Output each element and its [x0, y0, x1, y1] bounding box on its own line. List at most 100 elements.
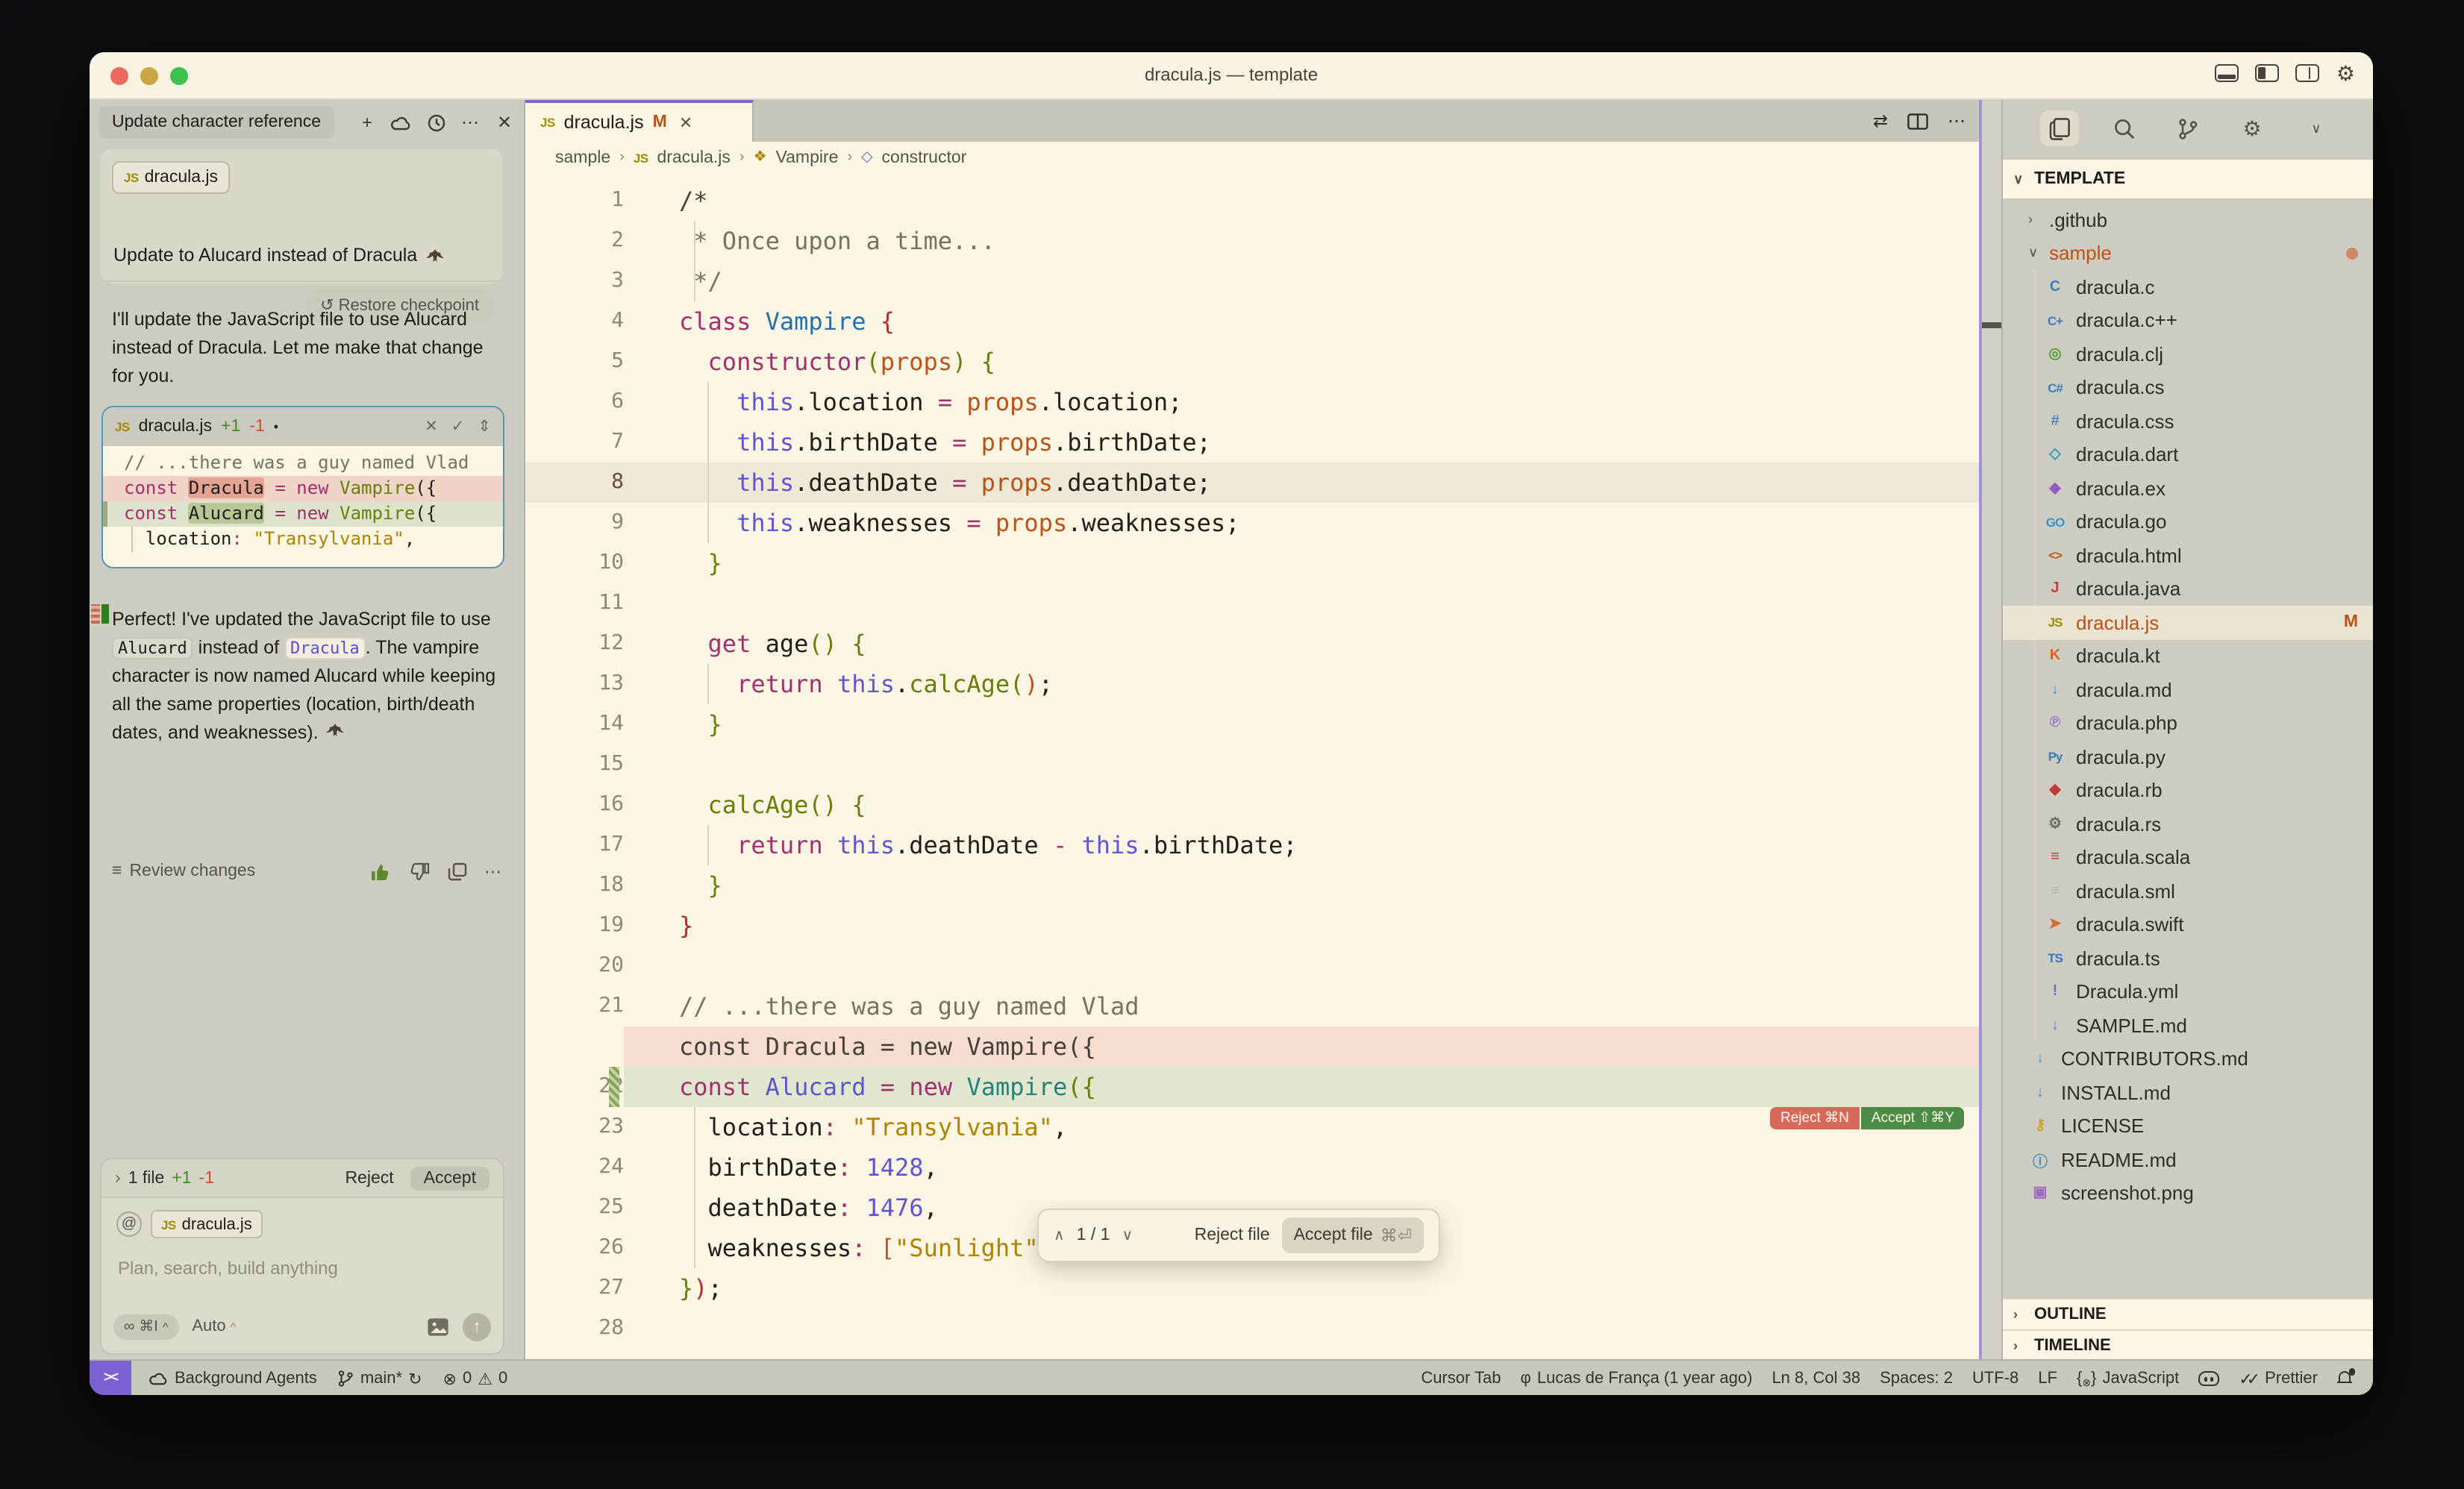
next-change-icon[interactable]: ∨ — [1122, 1227, 1133, 1244]
code-line[interactable]: 5 constructor(props) { — [525, 341, 1980, 381]
breadcrumb-folder[interactable]: sample — [555, 148, 610, 166]
file-item-dracula.ex[interactable]: ◆dracula.ex — [2003, 471, 2373, 505]
breadcrumb-class[interactable]: Vampire — [776, 148, 839, 166]
close-chat-icon[interactable]: ✕ — [494, 112, 515, 133]
eol-item[interactable]: LF — [2038, 1370, 2057, 1388]
file-item-dracula.rs[interactable]: ⚙dracula.rs — [2003, 807, 2373, 841]
sync-icon[interactable]: ↻ — [408, 1369, 422, 1388]
send-button[interactable]: ↑ — [463, 1312, 491, 1341]
context-file-pill[interactable]: JS dracula.js — [151, 1210, 263, 1238]
code-line[interactable]: 2 * Once upon a time... — [525, 220, 1980, 260]
explorer-section-header[interactable]: ∨ TEMPLATE — [2003, 160, 2373, 198]
code-line[interactable]: 13 return this.calcAge(); — [525, 663, 1980, 703]
code-line[interactable]: 3 */ — [525, 260, 1980, 301]
code-line[interactable]: 9 this.weaknesses = props.weaknesses; — [525, 502, 1980, 542]
encoding-item[interactable]: UTF-8 — [1972, 1370, 2019, 1388]
code-line[interactable]: 6 this.location = props.location; — [525, 381, 1980, 421]
folder-item-.github[interactable]: ›.github — [2003, 203, 2373, 236]
indentation-item[interactable]: Spaces: 2 — [1880, 1370, 1953, 1388]
code-line[interactable]: 8 this.deathDate = props.deathDate; — [525, 462, 1980, 502]
file-item-dracula.dart[interactable]: ◇dracula.dart — [2003, 438, 2373, 471]
prev-change-icon[interactable]: ∧ — [1054, 1227, 1065, 1244]
settings-gear-icon[interactable]: ⚙ — [2336, 64, 2355, 82]
file-item-dracula.swift[interactable]: ➤dracula.swift — [2003, 908, 2373, 941]
file-item-dracula.css[interactable]: #dracula.css — [2003, 404, 2373, 438]
agent-mode-pill[interactable]: ∞ ⌘I ^ — [113, 1314, 178, 1339]
toggle-secondary-sidebar-icon[interactable] — [2296, 64, 2320, 82]
thumbs-up-icon[interactable] — [369, 862, 390, 881]
problems-item[interactable]: ⊗0 ⚠0 — [443, 1369, 508, 1388]
chat-thread-title[interactable]: Update character reference — [99, 106, 334, 139]
accept-file-button[interactable]: Accept file ⌘⏎ — [1282, 1217, 1424, 1253]
file-item-dracula.ts[interactable]: TSdracula.ts — [2003, 941, 2373, 975]
file-item-dracula.sml[interactable]: ≡dracula.sml — [2003, 874, 2373, 908]
file-item-INSTALL.md[interactable]: ↓INSTALL.md — [2003, 1076, 2373, 1109]
code-line[interactable]: 10 } — [525, 542, 1980, 583]
thumbs-down-icon[interactable] — [408, 862, 429, 881]
code-line[interactable]: 28 — [525, 1308, 1980, 1348]
copilot-icon[interactable] — [2198, 1371, 2219, 1386]
review-changes-label[interactable]: Review changes — [129, 862, 255, 880]
git-blame-item[interactable]: φ Lucas de França (1 year ago) — [1521, 1370, 1753, 1388]
notifications-bell-icon[interactable] — [2337, 1371, 2352, 1386]
accept-diff-icon[interactable]: ✓ — [451, 418, 465, 436]
file-item-dracula.rb[interactable]: ◆dracula.rb — [2003, 774, 2373, 807]
remote-indicator[interactable]: >< — [90, 1361, 131, 1395]
breadcrumb-member[interactable]: constructor — [882, 148, 967, 166]
reject-change-button[interactable]: Reject ⌘N — [1770, 1106, 1860, 1129]
chevron-down-icon[interactable]: ∨ — [2297, 110, 2336, 146]
source-control-icon[interactable] — [2168, 110, 2207, 146]
background-agents-item[interactable]: Background Agents — [149, 1370, 317, 1388]
attach-image-icon[interactable] — [427, 1317, 449, 1336]
code-line[interactable]: 23 location: "Transylvania", — [525, 1106, 1980, 1147]
explorer-files-icon[interactable] — [2040, 110, 2079, 146]
file-item-dracula.py[interactable]: Pydracula.py — [2003, 740, 2373, 774]
accept-all-button[interactable]: Accept — [410, 1166, 490, 1190]
code-line[interactable]: 12 get age() { — [525, 623, 1980, 663]
file-item-README.md[interactable]: ⓘREADME.md — [2003, 1143, 2373, 1176]
file-item-dracula.md[interactable]: ↓dracula.md — [2003, 673, 2373, 706]
editor-sash[interactable] — [1979, 100, 1981, 1359]
cloud-icon[interactable] — [391, 114, 412, 131]
reject-diff-icon[interactable]: ✕ — [425, 418, 438, 436]
changed-files-bar[interactable]: › 1 file +1 -1 Reject Accept — [101, 1159, 503, 1198]
file-item-dracula.go[interactable]: GOdracula.go — [2003, 505, 2373, 539]
more-actions-icon[interactable]: ⋯ — [484, 861, 501, 882]
toggle-panel-icon[interactable] — [2216, 64, 2239, 82]
reject-file-button[interactable]: Reject file — [1195, 1226, 1270, 1244]
code-line[interactable]: 20 — [525, 945, 1980, 985]
new-chat-icon[interactable]: + — [357, 112, 378, 133]
added-code-line[interactable]: 22const Alucard = new Vampire({ — [525, 1066, 1980, 1106]
code-line[interactable]: 14 } — [525, 703, 1980, 744]
file-item-dracula.kt[interactable]: Kdracula.kt — [2003, 639, 2373, 673]
code-line[interactable]: 21// ...there was a guy named Vlad — [525, 985, 1980, 1026]
code-line[interactable]: 16 calcAge() { — [525, 784, 1980, 824]
history-icon[interactable] — [425, 113, 446, 132]
diff-file-name[interactable]: dracula.js — [139, 418, 212, 436]
add-context-button[interactable]: @ — [116, 1211, 142, 1237]
more-actions-icon[interactable]: ⋯ — [1948, 110, 1966, 131]
code-line[interactable]: 19} — [525, 905, 1980, 945]
accept-change-button[interactable]: Accept ⇧⌘Y — [1861, 1106, 1965, 1129]
model-selector[interactable]: Auto ^ — [192, 1317, 236, 1335]
file-item-dracula.java[interactable]: Jdracula.java — [2003, 572, 2373, 606]
code-line[interactable]: 4class Vampire { — [525, 301, 1980, 341]
cursor-position-item[interactable]: Ln 8, Col 38 — [1772, 1370, 1860, 1388]
code-line[interactable]: 17 return this.deathDate - this.birthDat… — [525, 824, 1980, 865]
code-area[interactable]: 1/*2 * Once upon a time...3 */4class Vam… — [525, 180, 1980, 1348]
file-item-LICENSE[interactable]: ⚷LICENSE — [2003, 1109, 2373, 1143]
code-line[interactable]: 24 birthDate: 1428, — [525, 1147, 1980, 1187]
formatter-item[interactable]: ✓✓ Prettier — [2239, 1369, 2318, 1388]
copy-icon[interactable] — [447, 862, 466, 881]
outline-section[interactable]: ›OUTLINE — [2003, 1298, 2373, 1329]
file-item-Dracula.yml[interactable]: !Dracula.yml — [2003, 975, 2373, 1009]
code-line[interactable]: 7 this.birthDate = props.birthDate; — [525, 421, 1980, 462]
folder-item-sample[interactable]: ∨sample — [2003, 236, 2373, 270]
code-line[interactable]: 1/* — [525, 180, 1980, 220]
file-item-screenshot.png[interactable]: ▣screenshot.png — [2003, 1176, 2373, 1210]
file-item-dracula.scala[interactable]: ≡dracula.scala — [2003, 841, 2373, 874]
breadcrumb-file[interactable]: dracula.js — [657, 148, 730, 166]
file-item-dracula.clj[interactable]: ◎dracula.clj — [2003, 337, 2373, 371]
file-item-dracula.c[interactable]: Cdracula.c — [2003, 270, 2373, 304]
code-line[interactable]: 11 — [525, 583, 1980, 623]
